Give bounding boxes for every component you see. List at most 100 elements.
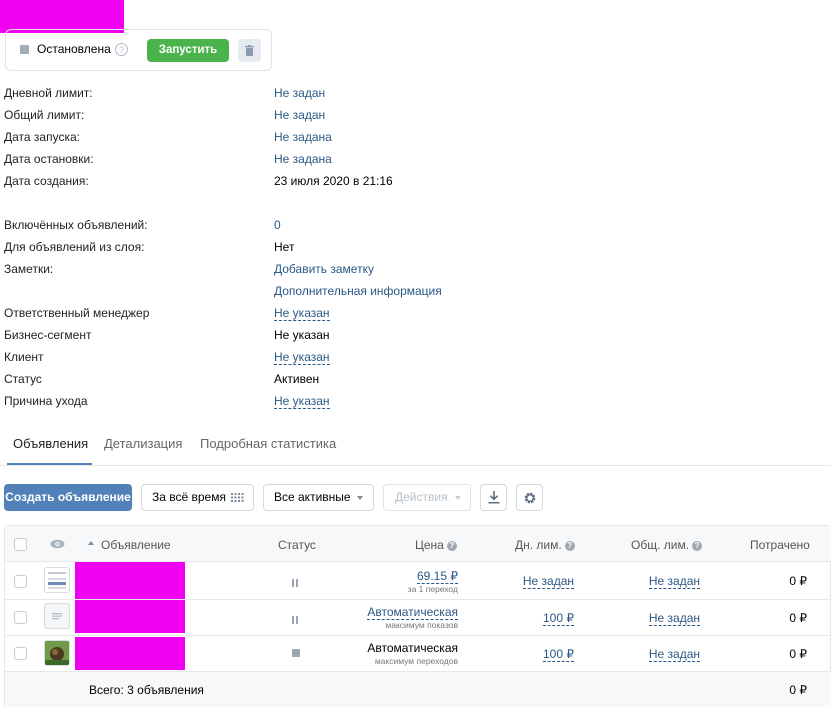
info-value: Не указан [274,328,330,342]
info-value[interactable]: 0 [274,218,281,232]
period-label: За всё время [152,490,226,504]
info-value-text[interactable]: Не задан [274,108,325,122]
info-value-text[interactable]: Не указан [274,306,330,321]
price-cell[interactable]: Автоматическая [350,605,458,620]
column-total-limit[interactable]: Общ. лим.? [631,538,703,552]
ad-thumbnail[interactable] [44,567,70,593]
price-cell[interactable]: 69.15 ₽ [370,569,458,584]
gear-icon [524,492,536,504]
column-price-label: Цена [415,538,444,552]
day-limit-value[interactable]: 100 ₽ [543,611,574,626]
redacted-ad-title [75,600,185,633]
filter-select[interactable]: Все активные [263,484,374,511]
row-checkbox[interactable] [14,575,27,588]
info-value-text[interactable]: Дополнительная информация [274,284,442,298]
price-basis: за 1 переход [407,584,458,594]
total-limit-cell[interactable]: Не задан [620,611,700,626]
redacted-ad-title [75,637,185,670]
info-label: Дата создания: [4,174,89,188]
paused-icon [292,576,298,590]
calendar-grid-icon [231,493,244,502]
info-label: Для объявлений из слоя: [4,240,145,254]
sort-ascending-icon [88,541,94,545]
info-label: Причина ухода [4,394,88,408]
price-basis: максимум показов [385,620,458,630]
info-label: Бизнес-сегмент [4,328,92,342]
info-value-text[interactable]: Не указан [274,350,330,365]
row-checkbox[interactable] [14,611,27,624]
price-value[interactable]: Автоматическая [367,605,458,620]
day-limit-cell[interactable]: 100 ₽ [500,647,574,662]
column-spent[interactable]: Потрачено [750,538,810,552]
day-limit-value[interactable]: 100 ₽ [543,647,574,662]
paused-icon [292,613,298,627]
info-label: Дата остановки: [4,152,94,166]
tab-ads[interactable]: Объявления [13,436,88,451]
total-limit-cell[interactable]: Не задан [620,574,700,589]
info-value-text[interactable]: Не задан [274,86,325,100]
day-limit-cell[interactable]: 100 ₽ [500,611,574,626]
price-cell: Автоматическая [367,641,458,655]
info-value-text[interactable]: Не задана [274,130,332,144]
download-button[interactable] [480,484,507,511]
info-label: Общий лимит: [4,108,85,122]
delete-button[interactable] [238,39,261,62]
info-value[interactable]: Не задана [274,130,332,144]
info-value[interactable]: Не задана [274,152,332,166]
info-value[interactable]: Не указан [274,306,330,321]
period-select[interactable]: За всё время [141,484,254,511]
price-value[interactable]: 69.15 ₽ [417,569,458,584]
tab-details[interactable]: Детализация [104,436,182,451]
active-tab-indicator [7,463,92,465]
redacted-ad-title [75,562,185,599]
spent-value: 0 ₽ [789,574,807,588]
row-checkbox[interactable] [14,647,27,660]
info-value: Активен [274,372,319,386]
price-basis: максимум переходов [374,656,458,666]
help-icon[interactable]: ? [115,43,128,56]
info-value-text[interactable]: 0 [274,218,281,232]
total-limit-cell[interactable]: Не задан [620,647,700,662]
ad-image-icon [45,641,69,665]
info-value-text[interactable]: Добавить заметку [274,262,374,276]
text-ad-icon [52,613,62,620]
info-label: Дневной лимит: [4,86,93,100]
info-value-text[interactable]: Не указан [274,394,330,409]
day-limit-cell[interactable]: Не задан [500,574,574,589]
info-value[interactable]: Не указан [274,350,330,365]
column-status[interactable]: Статус [278,538,316,552]
total-limit-value[interactable]: Не задан [648,611,700,626]
ad-thumbnail[interactable] [44,640,70,666]
day-limit-value[interactable]: Не задан [522,574,574,589]
total-limit-value[interactable]: Не задан [648,647,700,662]
actions-label: Действия [395,490,448,504]
column-price[interactable]: Цена? [415,538,457,552]
tab-detailed-stats[interactable]: Подробная статистика [200,436,336,451]
row-divider [5,635,831,636]
total-spent: 0 ₽ [789,683,807,697]
total-limit-value[interactable]: Не задан [648,574,700,589]
actions-select[interactable]: Действия [383,484,471,511]
stopped-icon [292,649,300,657]
column-ad[interactable]: Объявление [101,538,171,552]
ad-thumbnail[interactable] [44,603,70,629]
create-ad-button[interactable]: Создать объявление [4,484,132,511]
chevron-down-icon [455,496,461,500]
help-icon: ? [692,541,703,551]
info-value[interactable]: Дополнительная информация [274,284,442,298]
stopped-status-icon [20,45,29,54]
info-value-text[interactable]: Не задана [274,152,332,166]
info-value[interactable]: Не задан [274,108,325,122]
info-value[interactable]: Не задан [274,86,325,100]
column-day-limit[interactable]: Дн. лим.? [515,538,575,552]
filter-label: Все активные [274,490,351,504]
info-value[interactable]: Добавить заметку [274,262,374,276]
info-value-text: 23 июля 2020 в 21:16 [274,174,393,188]
eye-icon[interactable] [50,539,65,549]
select-all-checkbox[interactable] [14,538,27,551]
info-value[interactable]: Не указан [274,394,330,409]
column-day-limit-label: Дн. лим. [515,538,562,552]
info-value-text: Нет [274,240,295,254]
settings-button[interactable] [516,484,543,511]
start-button[interactable]: Запустить [147,39,229,62]
